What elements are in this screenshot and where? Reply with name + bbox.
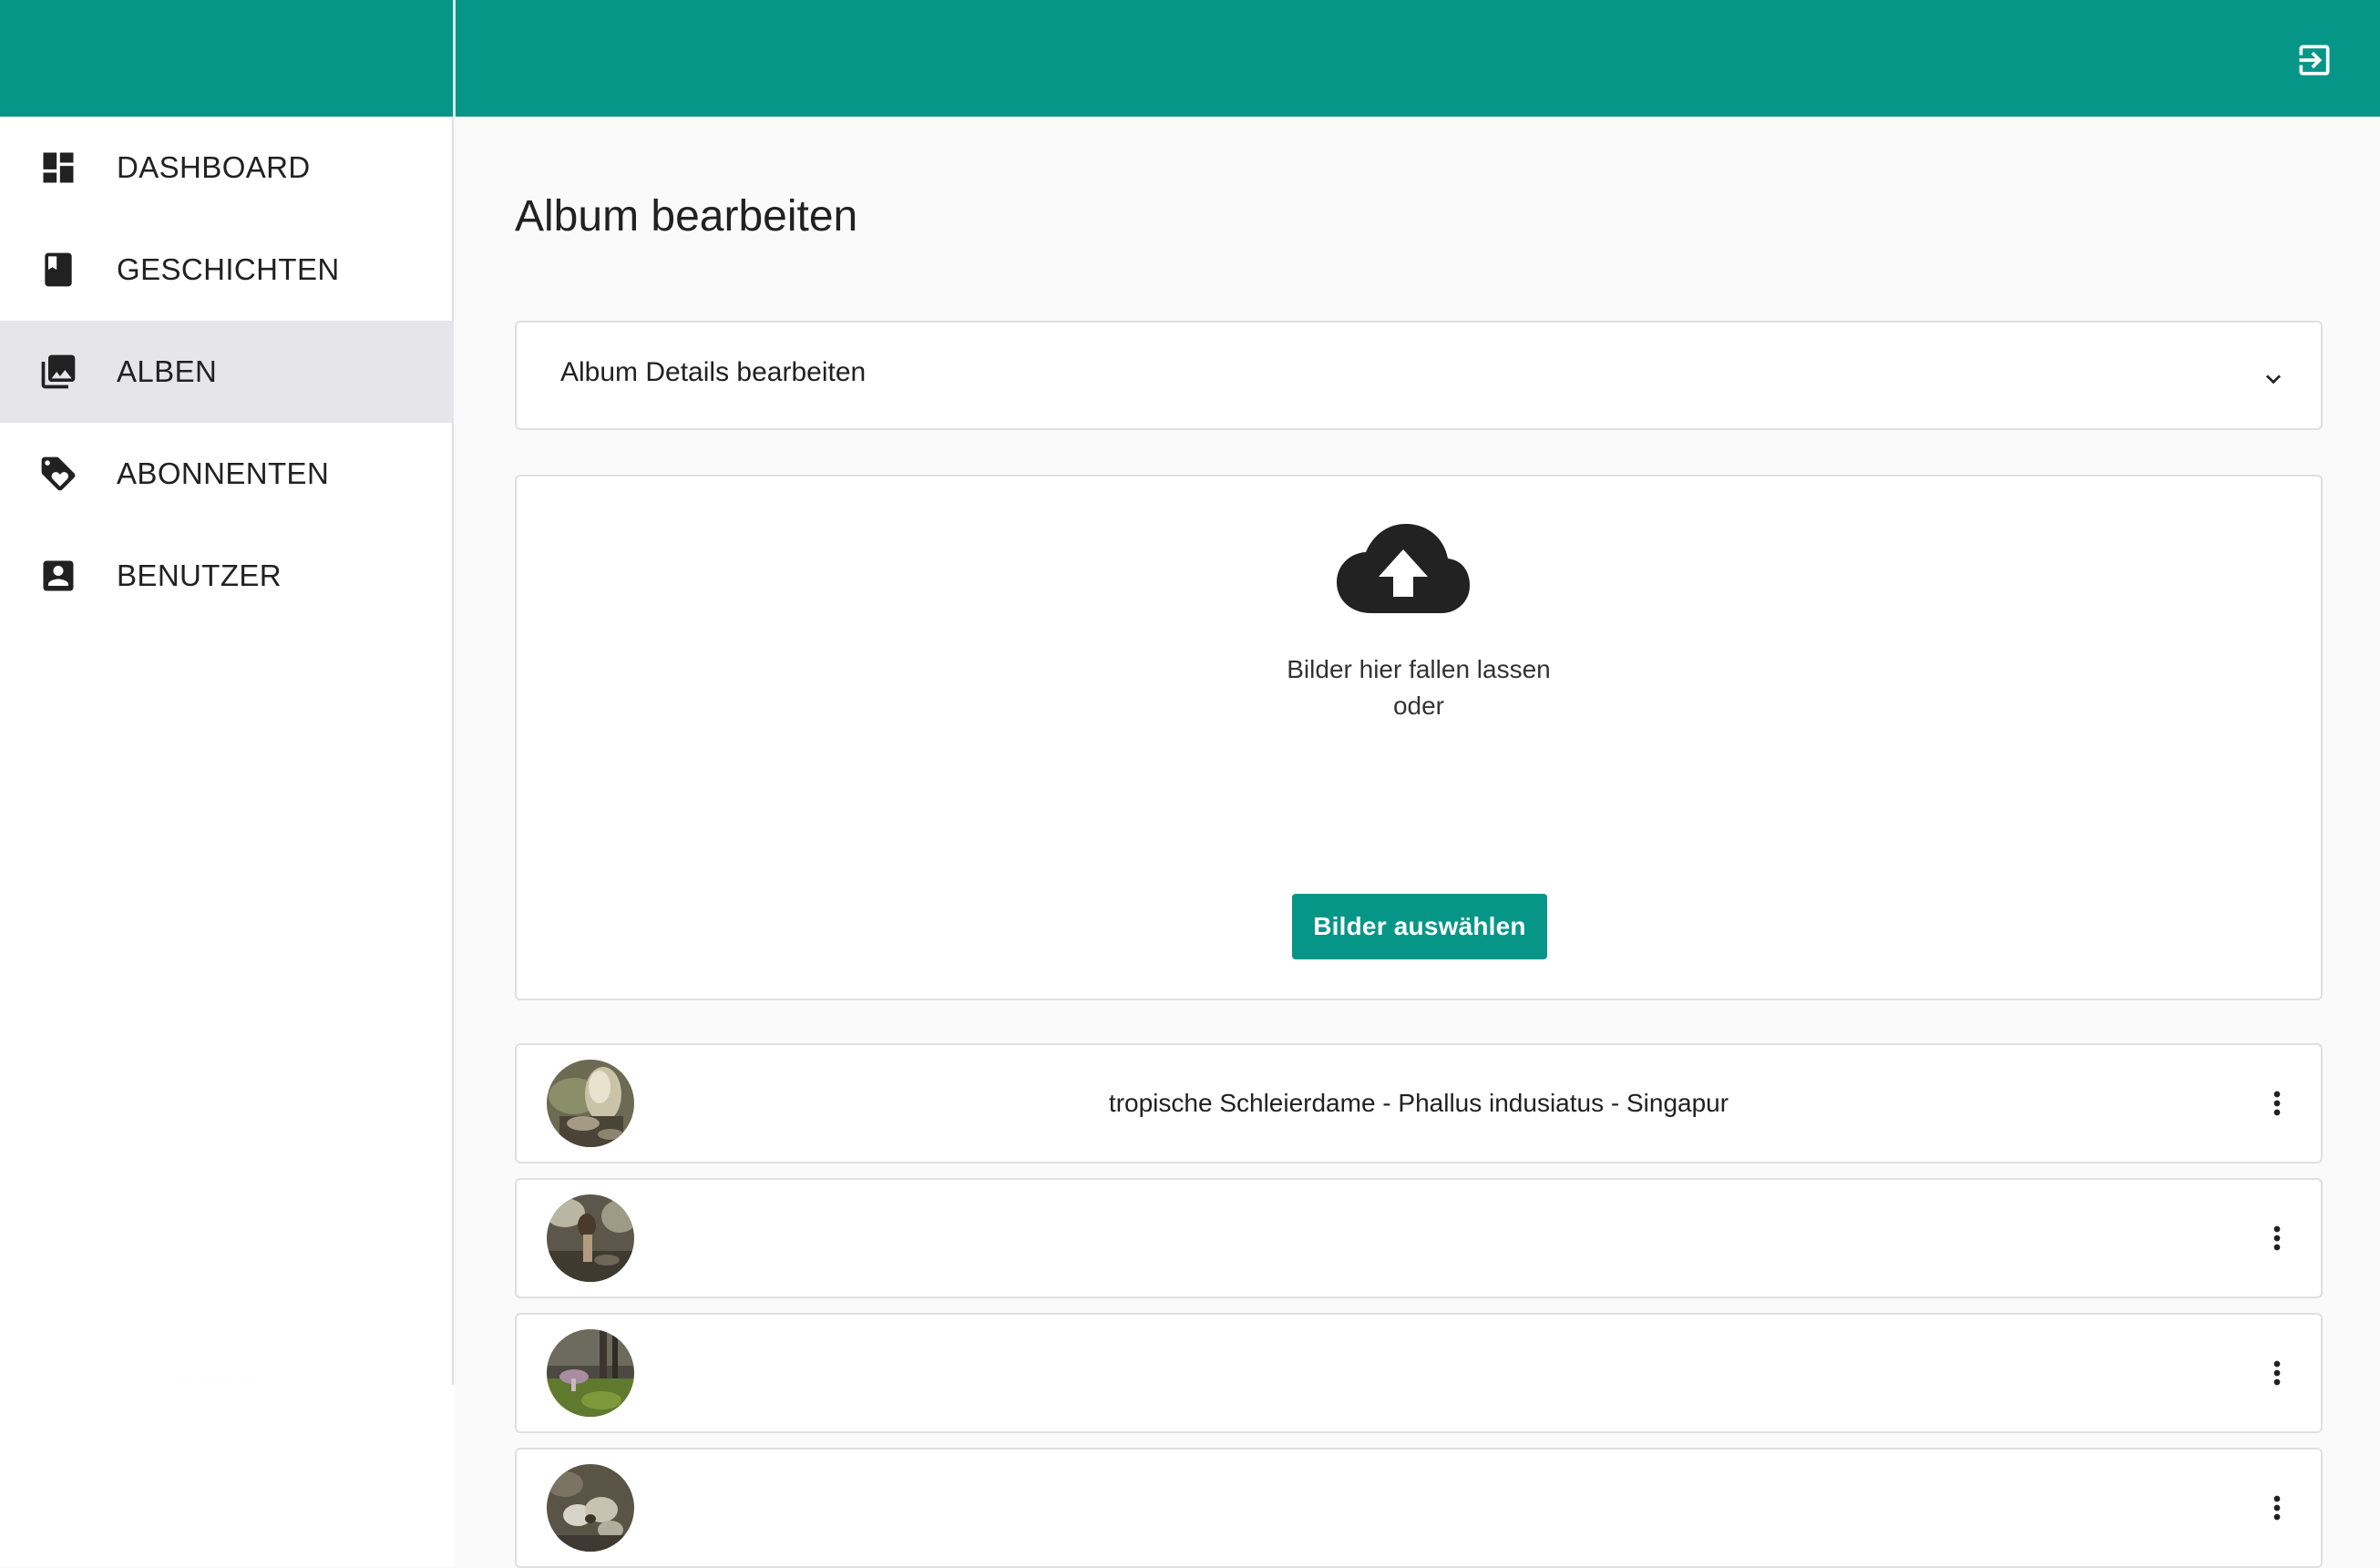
sidebar-bottom-fill bbox=[0, 1385, 454, 1567]
image-title: tropische Schleierdame - Phallus indusia… bbox=[1108, 1089, 1729, 1117]
image-thumbnail bbox=[547, 1060, 634, 1147]
sidebar-item-label: GESCHICHTEN bbox=[117, 252, 340, 286]
sidebar-item-label: ALBEN bbox=[117, 354, 218, 388]
more-options-button[interactable] bbox=[2259, 1078, 2295, 1129]
image-thumbnail bbox=[547, 1194, 634, 1282]
topbar-divider bbox=[453, 0, 456, 117]
sidebar-item-dashboard[interactable]: DASHBOARD bbox=[0, 117, 454, 219]
logout-button[interactable] bbox=[2293, 38, 2336, 82]
more-options-button[interactable] bbox=[2259, 1213, 2295, 1264]
more-vert-icon bbox=[2273, 1091, 2281, 1116]
album-image-row[interactable]: tropische Schleierdame - Phallus indusia… bbox=[515, 1043, 2323, 1163]
sidebar-item-geschichten[interactable]: GESCHICHTEN bbox=[0, 219, 454, 321]
album-image-row[interactable] bbox=[515, 1448, 2323, 1568]
account-box-icon bbox=[38, 556, 78, 596]
or-text: oder bbox=[1392, 692, 1445, 720]
tag-heart-icon bbox=[38, 454, 78, 494]
more-options-button[interactable] bbox=[2259, 1482, 2295, 1533]
cloud-upload-icon bbox=[1337, 524, 1470, 613]
more-vert-icon bbox=[2273, 1360, 2281, 1386]
top-app-bar bbox=[0, 0, 2380, 117]
image-dropzone[interactable]: Bilder hier fallen lassen oder Bilder au… bbox=[515, 475, 2323, 1000]
sidebar-item-benutzer[interactable]: BENUTZER bbox=[0, 525, 454, 627]
chevron-down-icon bbox=[2266, 374, 2281, 384]
sidebar: DASHBOARD GESCHICHTEN ALBEN ABONNENTEN B… bbox=[0, 117, 454, 1538]
more-options-button[interactable] bbox=[2259, 1348, 2295, 1399]
select-images-button[interactable]: Bilder auswählen bbox=[1292, 894, 1547, 959]
more-vert-icon bbox=[2273, 1225, 2281, 1251]
sidebar-item-label: BENUTZER bbox=[117, 559, 282, 592]
sidebar-item-abonnenten[interactable]: ABONNENTEN bbox=[0, 423, 454, 525]
sidebar-item-label: DASHBOARD bbox=[117, 150, 311, 184]
book-icon bbox=[38, 250, 78, 290]
page-title: Album bearbeiten bbox=[515, 192, 858, 241]
drop-hint-text: Bilder hier fallen lassen bbox=[1287, 655, 1551, 683]
sidebar-item-label: ABONNENTEN bbox=[117, 456, 330, 490]
album-image-row[interactable] bbox=[515, 1178, 2323, 1298]
image-thumbnail bbox=[547, 1329, 634, 1417]
album-details-expansion-panel[interactable]: Album Details bearbeiten bbox=[515, 321, 2323, 430]
image-thumbnail bbox=[547, 1464, 634, 1552]
main-content: Album bearbeiten Album Details bearbeite… bbox=[456, 117, 2380, 1568]
album-image-row[interactable] bbox=[515, 1313, 2323, 1433]
dashboard-icon bbox=[38, 148, 78, 188]
logout-icon bbox=[2299, 45, 2330, 76]
album-details-label: Album Details bearbeiten bbox=[560, 357, 867, 387]
sidebar-item-alben[interactable]: ALBEN bbox=[0, 321, 454, 423]
photo-library-icon bbox=[38, 352, 78, 392]
more-vert-icon bbox=[2273, 1495, 2281, 1521]
